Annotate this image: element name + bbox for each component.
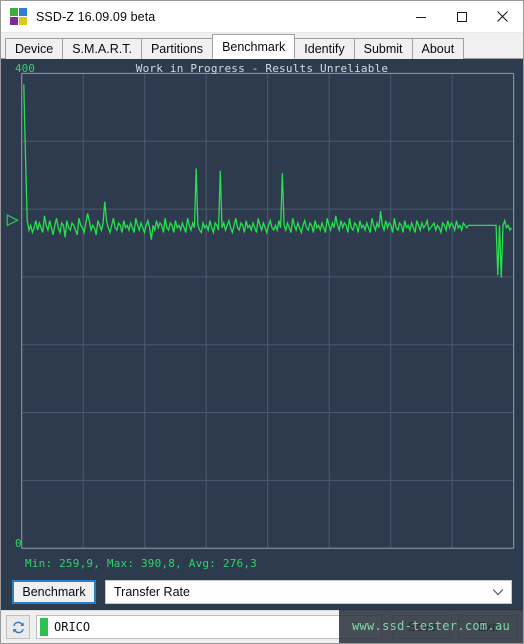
tab-about[interactable]: About [411,38,465,59]
tab-benchmark[interactable]: Benchmark [212,34,296,59]
drive-health-bar [40,618,48,636]
y-axis-max-label: 400 [15,62,35,75]
tab-submit[interactable]: Submit [353,38,413,59]
benchmark-controls: Benchmark Transfer Rate [1,574,523,610]
logo-quadrant-2 [19,8,27,16]
minimize-icon[interactable] [400,1,441,32]
logo-quadrant-3 [10,17,18,25]
benchmark-panel: Work in Progress - Results Unreliable 40… [1,59,523,610]
status-bar-buttons: Save Exit [386,615,518,639]
save-button[interactable]: Save [392,615,452,639]
logo-quadrant-1 [10,8,18,16]
transfer-rate-plot [1,59,523,574]
exit-button[interactable]: Exit [458,615,518,639]
logo-quadrant-4 [19,17,27,25]
window-title: SSD-Z 16.09.09 beta [36,9,156,24]
drive-name-label: ORICO [54,620,91,634]
ssd-z-window: SSD-Z 16.09.09 beta Device S.M.A.R.T. Pa… [0,0,524,644]
status-bar: ORICO Save Exit www.ssd-tester.com.au [1,609,523,643]
benchmark-run-button[interactable]: Benchmark [12,580,96,604]
drive-selector[interactable]: ORICO [36,615,382,639]
window-controls [400,1,523,32]
tab-smart[interactable]: S.M.A.R.T. [62,38,142,59]
y-axis-min-label: 0 [15,537,22,550]
benchmark-chart: Work in Progress - Results Unreliable 40… [1,59,523,574]
tab-identify[interactable]: Identify [294,38,355,59]
benchmark-mode-value: Transfer Rate [114,585,190,599]
tab-device[interactable]: Device [5,38,64,59]
tab-bar: Device S.M.A.R.T. Partitions Benchmark I… [1,33,523,59]
benchmark-mode-select[interactable]: Transfer Rate [105,580,512,604]
maximize-icon[interactable] [441,1,482,32]
refresh-icon[interactable] [6,615,30,639]
ssd-z-logo-icon [10,8,27,25]
chevron-down-icon[interactable] [485,581,511,603]
tab-partitions[interactable]: Partitions [140,38,214,59]
title-bar: SSD-Z 16.09.09 beta [1,1,523,33]
close-icon[interactable] [482,1,523,32]
benchmark-stats-line: Min: 259,9, Max: 390,8, Avg: 276,3 [25,557,257,570]
